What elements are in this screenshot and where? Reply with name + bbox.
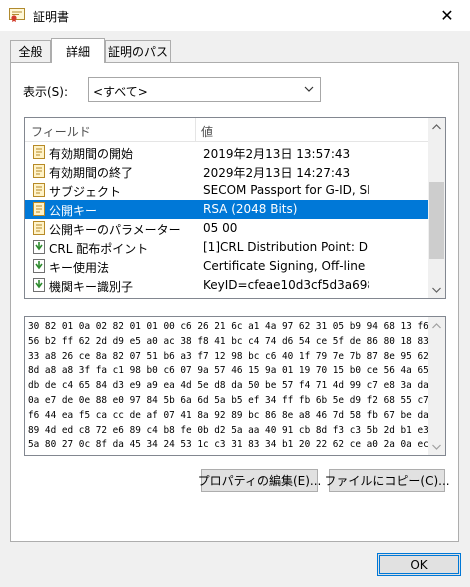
extension-field-icon	[33, 240, 45, 254]
column-header-value[interactable]: 値	[201, 123, 213, 140]
show-select[interactable]: <すべて>	[88, 77, 321, 102]
chevron-up-icon	[432, 123, 441, 129]
list-item[interactable]: 機関キー識別子 KeyID=cfeae10d3cf5d3a6982...	[25, 276, 430, 295]
close-icon: ✕	[440, 6, 454, 25]
close-button[interactable]: ✕	[424, 0, 470, 31]
scroll-thumb[interactable]	[429, 182, 444, 259]
scroll-track[interactable]	[429, 334, 444, 438]
column-header-field[interactable]: フィールド	[31, 123, 91, 140]
hex-line: f6 44 ea f5 ca cc de af 07 41 8a 92 89 b…	[28, 409, 446, 421]
list-item[interactable]: CRL 配布ポイント [1]CRL Distribution Point: Di…	[25, 238, 430, 257]
chevron-up-icon	[432, 322, 441, 328]
certificate-field-icon	[33, 183, 45, 197]
field-value: 05 00	[203, 221, 238, 235]
field-name: キー使用法	[49, 261, 110, 275]
scroll-up-button[interactable]	[428, 118, 445, 135]
scroll-up-button[interactable]	[428, 317, 445, 334]
field-value: 2029年2月13日 14:27:43	[203, 166, 351, 180]
tab-general-label: 全般	[18, 45, 43, 59]
hex-line: 89 4d ed c8 72 e6 89 c4 b8 fe 0b d2 5a a…	[28, 424, 446, 436]
list-item[interactable]: キー使用法 Certificate Signing, Off-line ...	[25, 257, 430, 276]
hex-line: 56 b2 ff 62 2d d9 e5 a0 ac 38 f8 41 bc c…	[28, 335, 446, 347]
hex-line: 5a 80 27 0c 8f da 45 34 24 53 1c c3 31 8…	[28, 439, 446, 451]
details-panel: 表示(S): <すべて> フィールド 値 有効期間の開始 2019年2月13日 …	[10, 62, 459, 542]
edit-properties-label: プロパティの編集(E)...	[197, 474, 322, 488]
field-value-textbox[interactable]: 30 82 01 0a 02 82 01 01 00 c6 26 21 6c a…	[24, 316, 446, 456]
tab-certification-path[interactable]: 証明のパス	[105, 40, 171, 62]
fields-list-scrollbar[interactable]	[428, 118, 445, 298]
window-title: 証明書	[33, 10, 70, 24]
extension-field-icon	[33, 259, 45, 273]
chevron-down-icon	[304, 86, 314, 92]
list-item[interactable]: サブジェクト SECOM Passport for G-ID, SE...	[25, 181, 430, 200]
show-label: 表示(S):	[23, 85, 69, 99]
value-box-scrollbar[interactable]	[428, 317, 445, 455]
chevron-down-icon	[432, 287, 441, 293]
field-value: 2019年2月13日 13:57:43	[203, 147, 351, 161]
tab-details-label: 詳細	[65, 44, 90, 59]
field-name: 公開キーのパラメーター	[49, 223, 181, 237]
ok-button[interactable]: OK	[377, 553, 461, 576]
tab-general[interactable]: 全般	[10, 40, 51, 62]
list-item[interactable]: 公開キーのパラメーター 05 00	[25, 219, 430, 238]
tab-certification-path-label: 証明のパス	[107, 45, 168, 59]
field-name: サブジェクト	[49, 185, 122, 199]
hex-line: 8d a8 a8 3f fa c1 98 b0 c6 07 9a 57 46 1…	[28, 365, 446, 377]
fields-list[interactable]: フィールド 値 有効期間の開始 2019年2月13日 13:57:43 有効期間…	[24, 117, 446, 299]
scroll-down-button[interactable]	[428, 438, 445, 455]
list-item-selected[interactable]: 公開キー RSA (2048 Bits)	[25, 200, 430, 219]
scroll-down-button[interactable]	[428, 281, 445, 298]
copy-to-file-button[interactable]: ファイルにコピー(C)...	[324, 469, 450, 492]
field-value: SECOM Passport for G-ID, SE...	[203, 183, 369, 197]
field-value: RSA (2048 Bits)	[203, 202, 298, 216]
certificate-field-icon	[33, 145, 45, 159]
show-select-value: <すべて>	[93, 85, 148, 99]
field-name: 有効期間の終了	[49, 166, 134, 180]
hex-line: 30 82 01 0a 02 82 01 01 00 c6 26 21 6c a…	[28, 321, 446, 332]
hex-line: 0a e7 de 0e 88 e0 97 84 5b 6a 6d 5a b5 e…	[28, 394, 446, 406]
edit-properties-button[interactable]: プロパティの編集(E)...	[198, 469, 321, 492]
title-bar: 証明書 ✕	[0, 0, 470, 31]
field-value: KeyID=cfeae10d3cf5d3a6982...	[203, 278, 369, 292]
chevron-down-icon	[432, 444, 441, 450]
field-name: 公開キー	[49, 204, 98, 218]
field-name: CRL 配布ポイント	[49, 242, 149, 256]
hex-line: db de c4 65 84 d3 e9 a9 ea 4d 5e d8 da 5…	[28, 380, 446, 392]
certificate-field-icon	[33, 202, 45, 216]
tab-details[interactable]: 詳細	[51, 38, 105, 63]
column-divider[interactable]	[195, 118, 196, 142]
list-item[interactable]: 有効期間の終了 2029年2月13日 14:27:43	[25, 162, 430, 181]
field-name: 有効期間の開始	[49, 147, 134, 161]
list-header: フィールド 値	[25, 118, 430, 142]
certificate-field-icon	[33, 164, 45, 178]
field-value: Certificate Signing, Off-line ...	[203, 259, 369, 273]
public-key-hex: 30 82 01 0a 02 82 01 01 00 c6 26 21 6c a…	[28, 320, 446, 453]
copy-to-file-label: ファイルにコピー(C)...	[324, 474, 450, 488]
certificate-field-icon	[33, 221, 45, 235]
certificate-app-icon	[9, 8, 25, 22]
list-item[interactable]: 有効期間の開始 2019年2月13日 13:57:43	[25, 143, 430, 162]
ok-label: OK	[410, 557, 428, 572]
extension-field-icon	[33, 278, 45, 292]
hex-line: 33 a8 26 ce 8a 82 07 51 b6 a3 f7 12 98 b…	[28, 350, 446, 362]
field-value: [1]CRL Distribution Point: Di...	[203, 240, 369, 254]
field-name: 機関キー識別子	[49, 280, 134, 294]
